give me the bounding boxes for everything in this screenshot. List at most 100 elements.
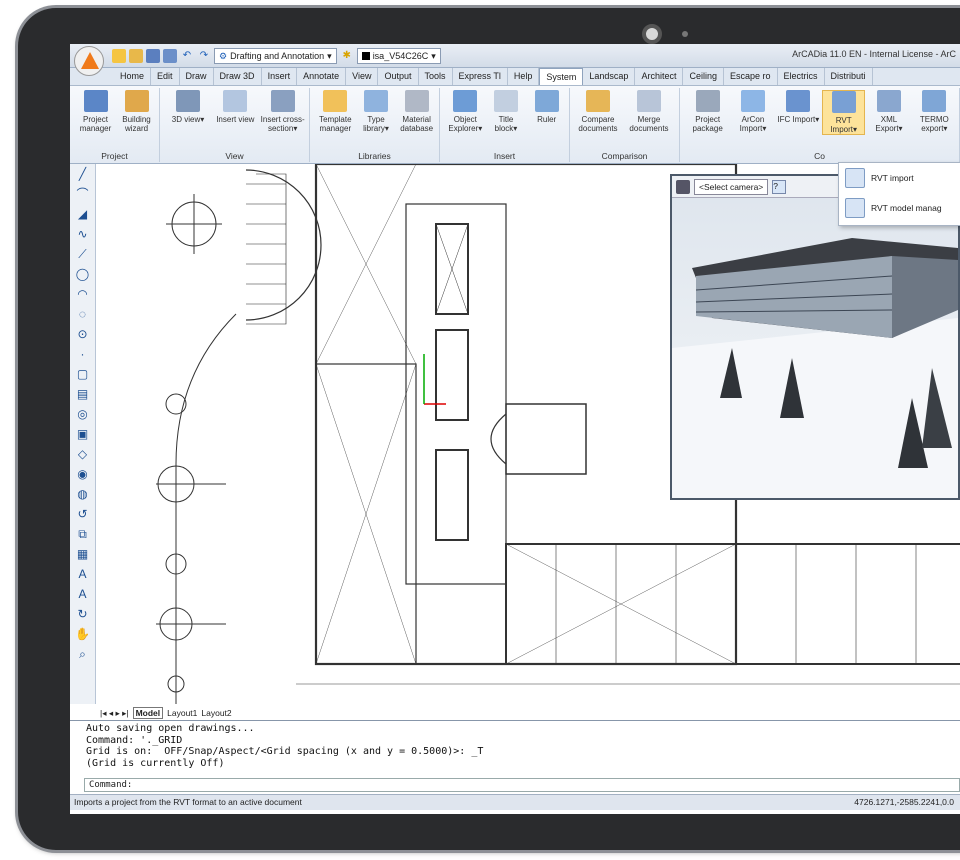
draw-tool-icon[interactable]: · xyxy=(70,344,95,364)
tab-insert[interactable]: Insert xyxy=(262,68,298,85)
draw-tool-icon[interactable]: ↻ xyxy=(70,604,95,624)
tab-help[interactable]: Help xyxy=(508,68,540,85)
draw-tool-icon[interactable]: ↺ xyxy=(70,504,95,524)
ribbon-tabs: Home Edit Draw Draw 3D Insert Annotate View Out… xyxy=(70,68,960,86)
arcon-import-button[interactable]: ArCon Import▾ xyxy=(731,90,774,133)
draw-tool-icon[interactable]: ╱ xyxy=(70,164,95,184)
title-block-button[interactable]: Title block▾ xyxy=(487,90,526,133)
title-block-icon xyxy=(493,90,518,112)
command-input[interactable]: Command: xyxy=(84,778,960,792)
draw-tool-icon[interactable]: ◢ xyxy=(70,204,95,224)
draw-tool-icon[interactable]: ⧉ xyxy=(70,524,95,544)
layer-select[interactable]: isa_V54C26C ▾ xyxy=(356,48,441,64)
tab-escape-ro[interactable]: Escape ro xyxy=(724,68,778,85)
tab-annotate[interactable]: Annotate xyxy=(297,68,347,85)
draw-tool-icon[interactable]: ✋ xyxy=(70,624,95,644)
tab-draw[interactable]: Draw xyxy=(180,68,214,85)
draw-tool-icon[interactable]: ◇ xyxy=(70,444,95,464)
draw-tool-icon[interactable]: ▣ xyxy=(70,424,95,444)
draw-tool-icon[interactable]: A xyxy=(70,584,95,604)
project-manager-button[interactable]: Project manager xyxy=(76,90,115,133)
nav-arrows-icon[interactable]: |◂ ◂ ▸ ▸| xyxy=(100,708,129,719)
new-icon[interactable] xyxy=(112,49,126,63)
draw-tool-icon[interactable]: ∿ xyxy=(70,224,95,244)
type-library-button[interactable]: Type library▾ xyxy=(357,90,396,133)
tab-view[interactable]: View xyxy=(346,68,379,85)
material-database-icon xyxy=(404,90,429,112)
draw-tool-icon[interactable]: ◎ xyxy=(70,404,95,424)
merge-documents-button[interactable]: Merge documents xyxy=(627,90,671,133)
tab-system[interactable]: System xyxy=(539,68,584,85)
camera-icon[interactable] xyxy=(676,179,690,194)
button-label: TERMO export▾ xyxy=(919,115,949,133)
tab-distributi[interactable]: Distributi xyxy=(825,68,873,85)
draw-tool-icon[interactable]: ⊙ xyxy=(70,324,95,344)
compare-documents-button[interactable]: Compare documents xyxy=(576,90,620,133)
layer-label: isa_V54C26C xyxy=(372,51,429,61)
project-manager-icon xyxy=(83,90,108,112)
insert-cross-section-button[interactable]: Insert cross-section▾ xyxy=(261,90,305,133)
project-package-button[interactable]: Project package xyxy=(686,90,729,133)
print-icon[interactable] xyxy=(163,49,177,63)
draw-tool-icon[interactable]: ◍ xyxy=(70,484,95,504)
draw-tool-icon[interactable]: ◉ xyxy=(70,464,95,484)
sensor-icon xyxy=(682,31,688,37)
insert-view-button[interactable]: Insert view xyxy=(213,90,257,124)
tab-electrics[interactable]: Electrics xyxy=(778,68,825,85)
button-label: Type library▾ xyxy=(363,115,389,133)
rvt-import-button[interactable]: RVT Import▾ xyxy=(822,90,866,135)
menu-item-rvt-import[interactable]: RVT import xyxy=(839,163,960,193)
undo-icon[interactable]: ↶ xyxy=(180,49,194,63)
redo-icon[interactable]: ↷ xyxy=(197,49,211,63)
layout-tab-model[interactable]: Model xyxy=(132,707,164,719)
workspace-select[interactable]: ⚙ Drafting and Annotation ▾ xyxy=(214,48,337,64)
tab-landscap[interactable]: Landscap xyxy=(583,68,636,85)
quick-access-toolbar: ↶ ↷ ⚙ Drafting and Annotation ▾ ✱ isa_V54C… xyxy=(112,48,441,64)
button-label: Insert view xyxy=(216,115,255,124)
menu-item-label: RVT import xyxy=(871,173,914,183)
tab-ceiling[interactable]: Ceiling xyxy=(683,68,724,85)
termo-export-button[interactable]: TERMO export▾ xyxy=(913,90,956,133)
window-title: ArCADia 11.0 EN - Internal License - ArC xyxy=(792,49,956,59)
draw-tool-icon[interactable]: ⌒ xyxy=(70,184,95,204)
draw-tool-icon[interactable]: ⌕ xyxy=(70,644,95,664)
tab-express-tl[interactable]: Express Tl xyxy=(453,68,508,85)
compare-documents-icon xyxy=(586,90,610,112)
menu-item-rvt-model-manag[interactable]: RVT model manag xyxy=(839,193,960,223)
save-icon[interactable] xyxy=(146,49,160,63)
button-label: Material database xyxy=(400,115,434,133)
draw-tool-icon[interactable]: ◯ xyxy=(70,264,95,284)
help-icon[interactable]: ? xyxy=(772,179,787,194)
draw-tool-icon[interactable]: ◌ xyxy=(70,304,95,324)
tab-edit[interactable]: Edit xyxy=(151,68,180,85)
draw-tool-icon[interactable]: ◠ xyxy=(70,284,95,304)
tab-draw-3d[interactable]: Draw 3D xyxy=(214,68,262,85)
draw-tool-icon[interactable]: A xyxy=(70,564,95,584)
app-logo-button[interactable] xyxy=(74,46,104,76)
template-manager-icon xyxy=(323,90,348,112)
layout-tab-layout2[interactable]: Layout2 xyxy=(201,708,231,718)
template-manager-button[interactable]: Template manager xyxy=(316,90,355,133)
button-label: Title block▾ xyxy=(494,115,518,133)
draw-tool-icon[interactable]: ▢ xyxy=(70,364,95,384)
camera-select[interactable]: <Select camera> xyxy=(694,178,769,195)
ruler-icon xyxy=(534,90,559,112)
3d-view-button[interactable]: 3D view▾ xyxy=(166,90,210,124)
layout-tab-layout1[interactable]: Layout1 xyxy=(167,708,197,718)
tab-tools[interactable]: Tools xyxy=(419,68,453,85)
tab-home[interactable]: Home xyxy=(114,68,152,85)
tab-output[interactable]: Output xyxy=(378,68,419,85)
ruler-button[interactable]: Ruler xyxy=(527,90,566,124)
group-label: Co xyxy=(814,151,825,161)
draw-tool-icon[interactable]: ⟋ xyxy=(70,244,95,264)
bulb-icon[interactable]: ✱ xyxy=(340,49,354,63)
draw-tool-icon[interactable]: ▤ xyxy=(70,384,95,404)
building-wizard-button[interactable]: Building wizard xyxy=(117,90,156,133)
xml-export-button[interactable]: XML Export▾ xyxy=(867,90,910,133)
object-explorer-button[interactable]: Object Explorer▾ xyxy=(446,90,485,133)
tab-architect[interactable]: Architect xyxy=(635,68,684,85)
material-database-button[interactable]: Material database xyxy=(397,90,436,133)
draw-tool-icon[interactable]: ▦ xyxy=(70,544,95,564)
open-icon[interactable] xyxy=(129,49,143,63)
ifc-import-button[interactable]: IFC Import▾ xyxy=(777,90,820,124)
